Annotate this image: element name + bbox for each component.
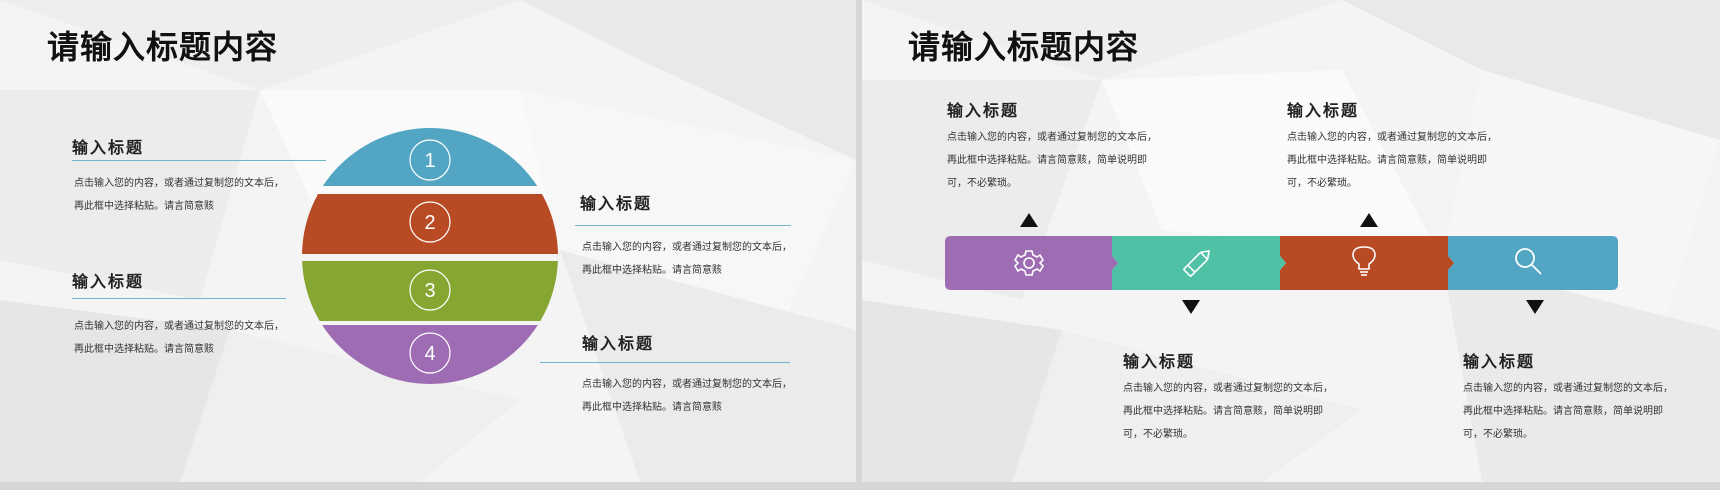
divider-line	[575, 225, 791, 226]
band-number-4: 4	[424, 343, 435, 365]
block-heading: 输入标题	[72, 138, 145, 157]
down-arrow-icon	[1182, 300, 1200, 314]
slide-2: 请输入标题内容 输入标题 点击输入您的内容，或者通过复制您的文本后， 再此框中选…	[862, 0, 1720, 482]
divider-line	[72, 160, 326, 161]
block-heading: 输入标题	[72, 272, 145, 291]
up-arrow-icon	[1360, 213, 1378, 227]
block-heading: 输入标题	[582, 334, 655, 353]
up-arrow-icon	[1020, 213, 1038, 227]
block-heading: 输入标题	[580, 194, 653, 213]
segment-2	[1112, 236, 1286, 290]
band-number-3: 3	[424, 280, 435, 302]
divider-line	[72, 298, 286, 299]
process-timeline	[945, 213, 1618, 314]
down-arrow-icon	[1526, 300, 1544, 314]
block-text: 点击输入您的内容，或者通过复制您的文本后， 再此框中选择粘贴。请言简意赅	[74, 321, 284, 355]
page-title: 请输入标题内容	[47, 28, 279, 66]
striped-circle: 1 2 3 4	[302, 128, 558, 384]
segment-3	[1280, 236, 1454, 290]
band-number-2: 2	[424, 212, 435, 234]
block-text: 点击输入您的内容，或者通过复制您的文本后， 再此框中选择粘贴。请言简意赅	[582, 379, 792, 413]
divider-line	[540, 362, 790, 363]
band-number-1: 1	[424, 150, 435, 172]
segment-1	[945, 236, 1118, 290]
block-text: 点击输入您的内容，或者通过复制您的文本后， 再此框中选择粘贴。请言简意赅	[74, 178, 284, 212]
slide-1: 请输入标题内容 输入标题 点击输入您的内容，或者通过复制您的文本后， 再此框中选…	[0, 0, 856, 482]
block-text: 点击输入您的内容，或者通过复制您的文本后， 再此框中选择粘贴。请言简意赅	[582, 242, 792, 276]
